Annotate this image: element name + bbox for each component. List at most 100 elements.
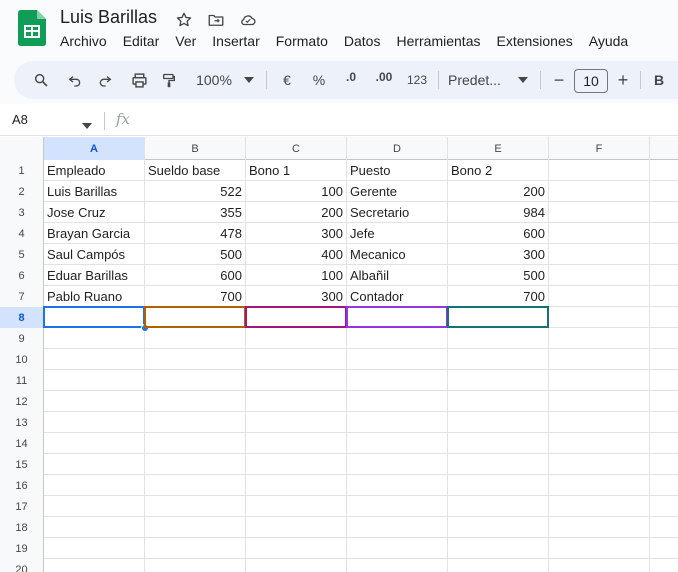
- cell-d20[interactable]: [347, 559, 448, 572]
- cell-f9[interactable]: [549, 328, 650, 349]
- cell-b20[interactable]: [145, 559, 246, 572]
- cell-d2[interactable]: Gerente: [347, 181, 448, 202]
- cell-e14[interactable]: [448, 433, 549, 454]
- search-menus-icon[interactable]: [28, 61, 54, 99]
- zoom-value[interactable]: 100%: [192, 61, 236, 99]
- cell-a9[interactable]: [44, 328, 145, 349]
- number-format-button[interactable]: 123: [404, 61, 430, 99]
- spreadsheet-grid[interactable]: ABCDEF 1 Empleado Sueldo base Bono 1 Puesto B…: [0, 137, 678, 572]
- cell-a11[interactable]: [44, 370, 145, 391]
- cell-e10[interactable]: [448, 349, 549, 370]
- document-title[interactable]: Luis Barillas: [60, 7, 157, 28]
- cell-f17[interactable]: [549, 496, 650, 517]
- cell-d15[interactable]: [347, 454, 448, 475]
- cell-c14[interactable]: [246, 433, 347, 454]
- cell-a14[interactable]: [44, 433, 145, 454]
- sheets-logo-icon[interactable]: [18, 10, 46, 46]
- cell-b5[interactable]: 500: [145, 244, 246, 265]
- bold-button[interactable]: B: [650, 61, 668, 99]
- row-header-1[interactable]: 1: [0, 160, 44, 181]
- cell-e16[interactable]: [448, 475, 549, 496]
- cell-b9[interactable]: [145, 328, 246, 349]
- cell-d6[interactable]: Albañil: [347, 265, 448, 286]
- cell-b7[interactable]: 700: [145, 286, 246, 307]
- cell-e17[interactable]: [448, 496, 549, 517]
- move-folder-icon[interactable]: [206, 10, 226, 30]
- cell-c4[interactable]: 300: [246, 223, 347, 244]
- menu-archivo[interactable]: Archivo: [60, 33, 107, 49]
- row-header-8[interactable]: 8: [0, 307, 44, 328]
- cell-b11[interactable]: [145, 370, 246, 391]
- cell-a4[interactable]: Brayan Garcia: [44, 223, 145, 244]
- cell-c3[interactable]: 200: [246, 202, 347, 223]
- cell-d10[interactable]: [347, 349, 448, 370]
- cell-b3[interactable]: 355: [145, 202, 246, 223]
- select-all-corner[interactable]: [0, 137, 44, 160]
- cell-f16[interactable]: [549, 475, 650, 496]
- column-header-d[interactable]: D: [347, 137, 448, 160]
- cell-d7[interactable]: Contador: [347, 286, 448, 307]
- cell-c1[interactable]: Bono 1: [246, 160, 347, 181]
- cell-d8[interactable]: [347, 307, 448, 328]
- row-header-6[interactable]: 6: [0, 265, 44, 286]
- cell-b1[interactable]: Sueldo base: [145, 160, 246, 181]
- cell-a7[interactable]: Pablo Ruano: [44, 286, 145, 307]
- cell-d1[interactable]: Puesto: [347, 160, 448, 181]
- cell-e15[interactable]: [448, 454, 549, 475]
- cell-d14[interactable]: [347, 433, 448, 454]
- menu-formato[interactable]: Formato: [276, 33, 328, 49]
- cell-d5[interactable]: Mecanico: [347, 244, 448, 265]
- cell-e5[interactable]: 300: [448, 244, 549, 265]
- menu-datos[interactable]: Datos: [344, 33, 381, 49]
- cell-e13[interactable]: [448, 412, 549, 433]
- cell-d16[interactable]: [347, 475, 448, 496]
- cell-e9[interactable]: [448, 328, 549, 349]
- cell-e11[interactable]: [448, 370, 549, 391]
- row-header-11[interactable]: 11: [0, 370, 44, 391]
- cell-e6[interactable]: 500: [448, 265, 549, 286]
- cell-b13[interactable]: [145, 412, 246, 433]
- cell-c10[interactable]: [246, 349, 347, 370]
- increase-font-size-button[interactable]: +: [614, 61, 632, 99]
- cell-d18[interactable]: [347, 517, 448, 538]
- cell-b17[interactable]: [145, 496, 246, 517]
- cell-c13[interactable]: [246, 412, 347, 433]
- cell-a2[interactable]: Luis Barillas: [44, 181, 145, 202]
- cell-c6[interactable]: 100: [246, 265, 347, 286]
- cell-b2[interactable]: 522: [145, 181, 246, 202]
- cell-c12[interactable]: [246, 391, 347, 412]
- cell-d12[interactable]: [347, 391, 448, 412]
- column-header-e[interactable]: E: [448, 137, 549, 160]
- cell-c5[interactable]: 400: [246, 244, 347, 265]
- cell-f5[interactable]: [549, 244, 650, 265]
- row-header-10[interactable]: 10: [0, 349, 44, 370]
- increase-decimals-button[interactable]: .00: [370, 61, 398, 99]
- menu-ayuda[interactable]: Ayuda: [589, 33, 628, 49]
- row-header-2[interactable]: 2: [0, 181, 44, 202]
- cell-a6[interactable]: Eduar Barillas: [44, 265, 145, 286]
- column-header-f[interactable]: F: [549, 137, 650, 160]
- cell-a12[interactable]: [44, 391, 145, 412]
- cell-f7[interactable]: [549, 286, 650, 307]
- cell-a20[interactable]: [44, 559, 145, 572]
- cell-b4[interactable]: 478: [145, 223, 246, 244]
- cell-f8[interactable]: [549, 307, 650, 328]
- cell-b14[interactable]: [145, 433, 246, 454]
- cell-c20[interactable]: [246, 559, 347, 572]
- cell-e7[interactable]: 700: [448, 286, 549, 307]
- cell-d19[interactable]: [347, 538, 448, 559]
- column-header-b[interactable]: B: [145, 137, 246, 160]
- cell-f15[interactable]: [549, 454, 650, 475]
- name-box-dropdown-icon[interactable]: [82, 116, 92, 134]
- cell-c9[interactable]: [246, 328, 347, 349]
- cell-a15[interactable]: [44, 454, 145, 475]
- cell-a16[interactable]: [44, 475, 145, 496]
- cell-f1[interactable]: [549, 160, 650, 181]
- row-header-4[interactable]: 4: [0, 223, 44, 244]
- fill-handle[interactable]: [141, 324, 149, 332]
- cell-f11[interactable]: [549, 370, 650, 391]
- cell-d13[interactable]: [347, 412, 448, 433]
- menu-ver[interactable]: Ver: [175, 33, 196, 49]
- cell-c17[interactable]: [246, 496, 347, 517]
- cell-e4[interactable]: 600: [448, 223, 549, 244]
